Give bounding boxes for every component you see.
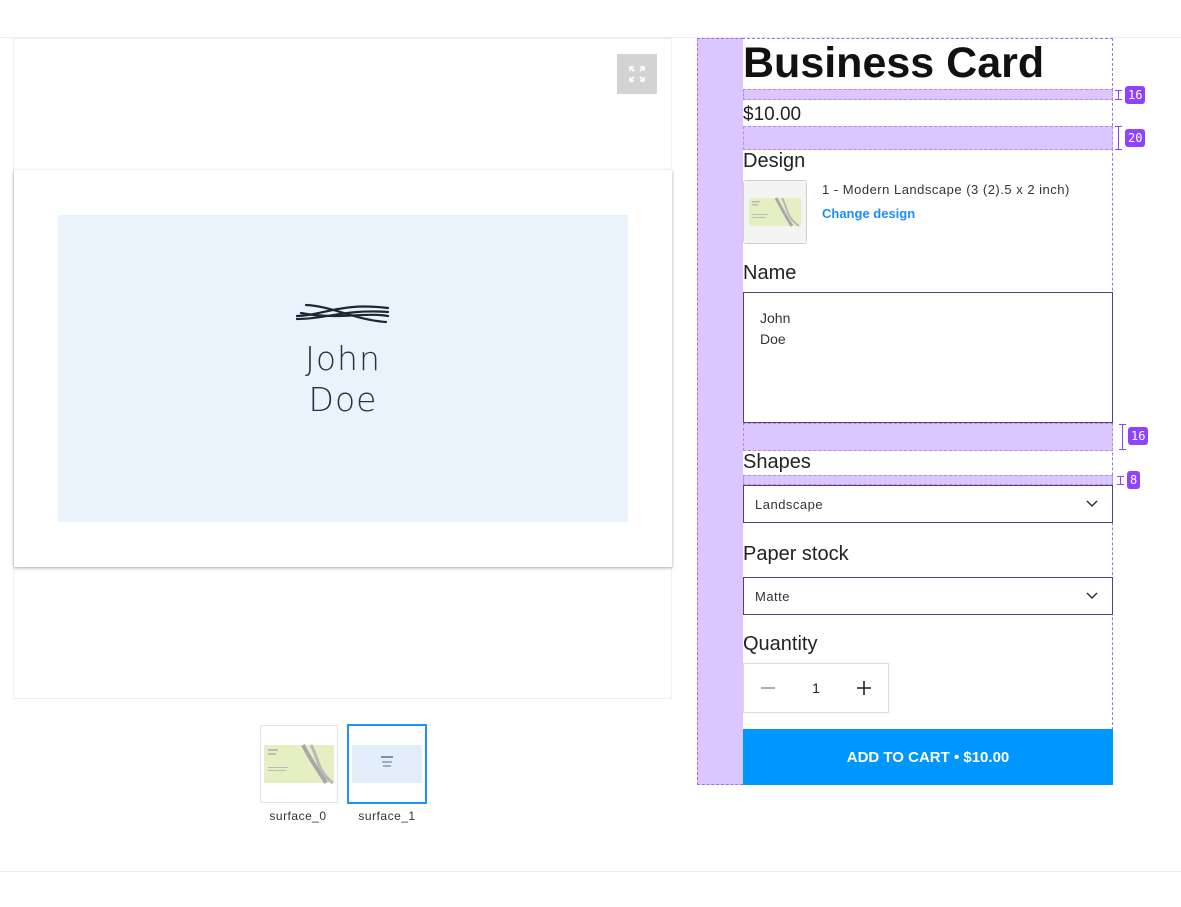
- measure-cap: [1115, 99, 1122, 100]
- measure-cap: [1115, 126, 1122, 127]
- bottom-divider: [0, 871, 1181, 872]
- surface-1-label: surface_1: [358, 809, 416, 823]
- card-name-text: John Doe: [58, 338, 628, 420]
- plus-icon: [856, 681, 871, 695]
- paper-stock-label: Paper stock: [743, 543, 849, 565]
- surface-0-label: surface_0: [269, 809, 327, 823]
- measure-line: [1118, 126, 1119, 150]
- name-label: Name: [743, 262, 797, 284]
- measure-badge: 8: [1127, 471, 1141, 489]
- shapes-select[interactable]: Landscape: [743, 485, 1113, 523]
- measure-cap: [1115, 90, 1122, 91]
- card-logo-icon: [296, 303, 390, 324]
- measure-cap: [1115, 149, 1122, 150]
- spacing-overlay-price-design: [743, 126, 1113, 150]
- add-to-cart-button[interactable]: ADD TO CART • $10.00: [743, 729, 1113, 785]
- surface-0-preview-image: [264, 744, 334, 785]
- expand-button[interactable]: [617, 54, 657, 94]
- spacing-overlay-shapes-select: [743, 475, 1113, 485]
- card-name-line1: John: [305, 339, 381, 378]
- shapes-selected-value: Landscape: [755, 496, 824, 512]
- surface-1-preview-image: [352, 745, 422, 783]
- expand-icon: [629, 66, 645, 82]
- change-design-link[interactable]: Change design: [822, 206, 915, 221]
- measure-line: [1122, 424, 1123, 450]
- surface-1-thumbnail[interactable]: [347, 724, 427, 804]
- shapes-label: Shapes: [743, 451, 811, 473]
- name-value-line2: Doe: [760, 331, 786, 347]
- name-textarea[interactable]: John Doe: [743, 292, 1113, 423]
- design-thumbnail[interactable]: [743, 180, 807, 244]
- design-label: Design: [743, 150, 806, 172]
- quantity-label: Quantity: [743, 633, 818, 655]
- surface-0-thumbnail[interactable]: [260, 725, 338, 803]
- measure-cap: [1119, 449, 1126, 450]
- add-to-cart-label: ADD TO CART • $10.00: [846, 748, 1010, 766]
- minus-icon: [761, 687, 775, 689]
- measure-cap: [1117, 484, 1124, 485]
- chevron-down-icon: [1086, 592, 1098, 600]
- product-price: $10.00: [743, 104, 802, 125]
- paper-stock-selected-value: Matte: [755, 588, 791, 604]
- padding-overlay: [697, 38, 743, 785]
- quantity-stepper: 1: [743, 663, 889, 713]
- increase-quantity-button[interactable]: [840, 664, 888, 712]
- design-preview-image: [744, 181, 806, 243]
- measure-badge: 16: [1128, 427, 1149, 445]
- spacing-overlay-title-price: [743, 89, 1113, 100]
- quantity-value[interactable]: 1: [812, 680, 820, 696]
- paper-stock-select[interactable]: Matte: [743, 577, 1113, 615]
- product-title: Business Card: [743, 39, 1045, 87]
- measure-cap: [1117, 476, 1124, 477]
- spacing-overlay-name-shapes: [743, 423, 1113, 451]
- decrease-quantity-button[interactable]: [744, 664, 792, 712]
- name-value-line1: John: [760, 310, 791, 326]
- measure-badge: 20: [1125, 129, 1146, 147]
- measure-cap: [1119, 424, 1126, 425]
- chevron-down-icon: [1086, 500, 1098, 508]
- measure-badge: 16: [1125, 86, 1146, 104]
- design-name: 1 - Modern Landscape (3 (2).5 x 2 inch): [822, 182, 1070, 197]
- card-name-line2: Doe: [308, 380, 378, 419]
